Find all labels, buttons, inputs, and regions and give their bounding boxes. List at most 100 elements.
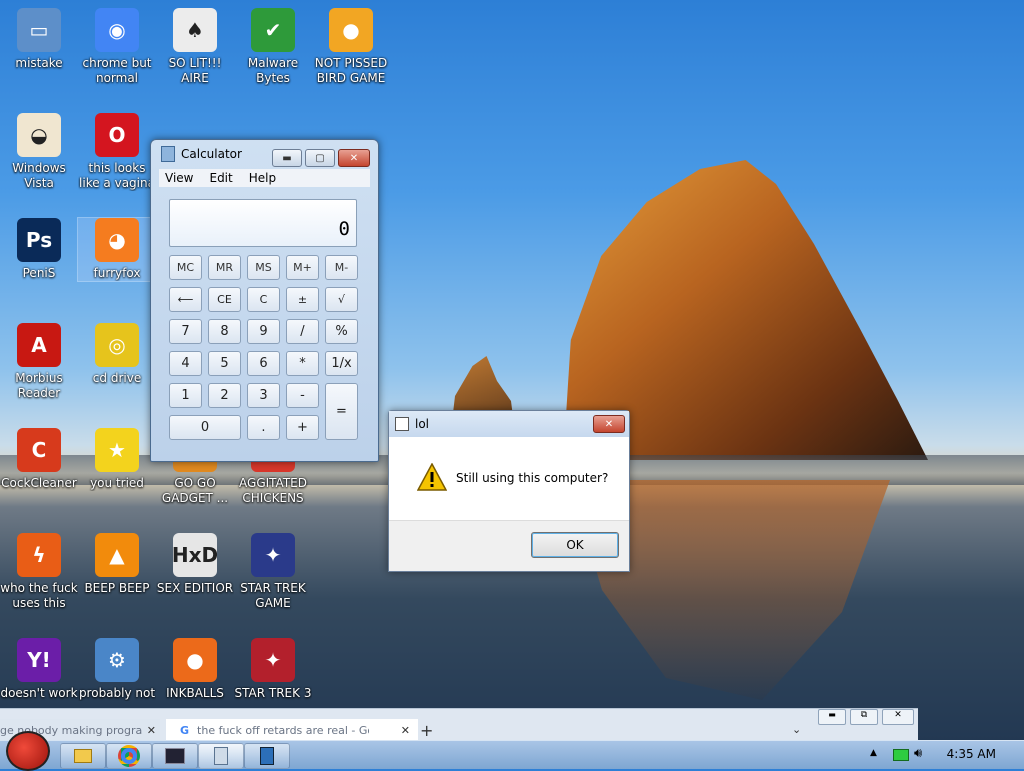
browser-minimize-button[interactable]: ▬ <box>818 709 846 725</box>
key-ms[interactable]: MS <box>247 255 280 280</box>
key-mc[interactable]: MC <box>169 255 202 280</box>
dialog-titlebar[interactable]: lol ✕ <box>389 411 629 437</box>
key-add[interactable]: + <box>286 415 319 440</box>
key-reciprocal[interactable]: 1/x <box>325 351 358 376</box>
star-wars-3-icon: ✦ <box>251 638 295 682</box>
key-decimal[interactable]: . <box>247 415 280 440</box>
battery-icon[interactable] <box>893 749 909 761</box>
desktop-icon-vlc[interactable]: ▲ BEEP BEEP <box>78 533 156 596</box>
egg-icon: ◒ <box>17 113 61 157</box>
browser-restore-button[interactable]: ⧉ <box>850 709 878 725</box>
desktop-icon-chrome[interactable]: ◉ chrome but normal colors <box>78 8 156 86</box>
key-1[interactable]: 1 <box>169 383 202 408</box>
desktop-icon-shield[interactable]: ✔ Malware Bytes <box>234 8 312 86</box>
desktop-icon-inkball[interactable]: ● INKBALLS <box>156 638 234 701</box>
calculator-window[interactable]: Calculator ▬ ▢ ✕ View Edit Help 0 MC MR MS… <box>150 139 379 462</box>
tab-2-close-icon[interactable]: ✕ <box>401 724 410 737</box>
desktop-icon-computer[interactable]: ▭ mistake <box>0 8 78 71</box>
desktop-icon-label: doesn't work <box>0 686 78 700</box>
key-8[interactable]: 8 <box>208 319 241 344</box>
key-percent[interactable]: % <box>325 319 358 344</box>
desktop-icon-egg[interactable]: ◒ Windows Vista <box>0 113 78 191</box>
yahoo-icon: Y! <box>17 638 61 682</box>
key-5[interactable]: 5 <box>208 351 241 376</box>
vlc-icon: ▲ <box>95 533 139 577</box>
key-multiply[interactable]: * <box>286 351 319 376</box>
key-c[interactable]: C <box>247 287 280 312</box>
desktop-icon-cd[interactable]: ◎ cd drive <box>78 323 156 386</box>
tab-1-close-icon[interactable]: ✕ <box>147 724 156 737</box>
desktop-icon-label: mistake <box>15 56 63 70</box>
taskbar-clock[interactable]: 4:35 AM <box>947 747 996 761</box>
desktop-icon-label: GO GO GADGET ... <box>161 476 229 505</box>
key-9[interactable]: 9 <box>247 319 280 344</box>
key-backspace[interactable]: ⟵ <box>169 287 202 312</box>
key-mminus[interactable]: M- <box>325 255 358 280</box>
desktop-icon-star[interactable]: ★ you tried <box>78 428 156 491</box>
new-tab-button[interactable]: + <box>420 721 433 740</box>
desktop-icon-hxd[interactable]: HxD SEX EDITIOR <box>156 533 234 596</box>
key-7[interactable]: 7 <box>169 319 202 344</box>
key-2[interactable]: 2 <box>208 383 241 408</box>
desktop-icon-label: who the fuck uses this <box>0 581 78 610</box>
key-subtract[interactable]: - <box>286 383 319 408</box>
message-dialog[interactable]: lol ✕ Still using this computer? OK <box>388 410 630 572</box>
taskbar-dialog-button[interactable] <box>244 743 290 769</box>
desktop-icon-firefox[interactable]: ◕ furryfox <box>77 217 157 282</box>
solitaire-icon: ♠ <box>173 8 217 52</box>
google-icon: G <box>180 723 190 737</box>
start-button-angry-bird-icon[interactable] <box>6 731 50 771</box>
terminal-icon <box>165 748 185 764</box>
key-mplus[interactable]: M+ <box>286 255 319 280</box>
dialog-close-button[interactable]: ✕ <box>593 415 625 433</box>
calculator-icon <box>214 747 228 765</box>
browser-close-button[interactable]: ✕ <box>882 709 914 725</box>
calculator-display: 0 <box>169 199 357 247</box>
chrome-icon <box>118 745 140 767</box>
taskbar-calculator-button[interactable] <box>198 743 244 769</box>
key-4[interactable]: 4 <box>169 351 202 376</box>
desktop-icon-solitaire[interactable]: ♠ SO LIT!!! AIRE <box>156 8 234 86</box>
ok-button[interactable]: OK <box>531 532 619 558</box>
key-0[interactable]: 0 <box>169 415 241 440</box>
desktop-icon-settings[interactable]: ⚙ probably not <box>78 638 156 701</box>
settings-icon: ⚙ <box>95 638 139 682</box>
browser-tab-2[interactable]: G the fuck off retards are real - Go ✕ <box>166 719 418 741</box>
desktop-icon-label: probably not <box>78 686 156 700</box>
key-plus-minus[interactable]: ± <box>286 287 319 312</box>
taskbar: ▲ 🔊︎ 4:35 AM <box>0 731 1024 771</box>
desktop-icon-label: Malware Bytes <box>247 56 299 85</box>
desktop-icon-lightning[interactable]: ϟ who the fuck uses this <box>0 533 78 611</box>
menu-edit[interactable]: Edit <box>209 171 232 185</box>
desktop-icon-star-wars[interactable]: ✦ STAR TREK GAME <box>234 533 312 611</box>
desktop-icon-label: SEX EDITIOR <box>156 581 234 595</box>
desktop-icon-star-wars-3[interactable]: ✦ STAR TREK 3 <box>234 638 312 701</box>
maximize-button[interactable]: ▢ <box>305 149 335 167</box>
taskbar-cmd-button[interactable] <box>152 743 198 769</box>
opera-icon: O <box>95 113 139 157</box>
menu-help[interactable]: Help <box>249 171 276 185</box>
desktop-icon-yahoo[interactable]: Y! doesn't work <box>0 638 78 701</box>
desktop-icon-photoshop[interactable]: Ps PeniS <box>0 218 78 281</box>
volume-icon[interactable]: 🔊︎ <box>914 746 922 761</box>
desktop-icon-bad-piggies[interactable]: ● NOT PISSED BIRD GAME <box>312 8 390 86</box>
menu-view[interactable]: View <box>165 171 193 185</box>
key-equals[interactable]: = <box>325 383 358 440</box>
key-divide[interactable]: / <box>286 319 319 344</box>
minimize-button[interactable]: ▬ <box>272 149 302 167</box>
taskbar-explorer-button[interactable] <box>60 743 106 769</box>
key-6[interactable]: 6 <box>247 351 280 376</box>
key-sqrt[interactable]: √ <box>325 287 358 312</box>
key-3[interactable]: 3 <box>247 383 280 408</box>
key-ce[interactable]: CE <box>208 287 241 312</box>
taskbar-chrome-button[interactable] <box>106 743 152 769</box>
desktop-icon-opera[interactable]: Othis looks like a vagina lol <box>78 113 156 191</box>
close-button[interactable]: ✕ <box>338 149 370 167</box>
desktop-icon-ccleaner[interactable]: C CockCleaner <box>0 428 78 491</box>
firefox-icon: ◕ <box>95 218 139 262</box>
tray-overflow-icon[interactable]: ▲ <box>870 748 877 758</box>
tab-search-chevron-icon[interactable]: ⌄ <box>792 723 801 736</box>
key-mr[interactable]: MR <box>208 255 241 280</box>
desktop-icon-acrobat[interactable]: A Morbius Reader <box>0 323 78 401</box>
calculator-menubar: View Edit Help <box>159 169 370 187</box>
